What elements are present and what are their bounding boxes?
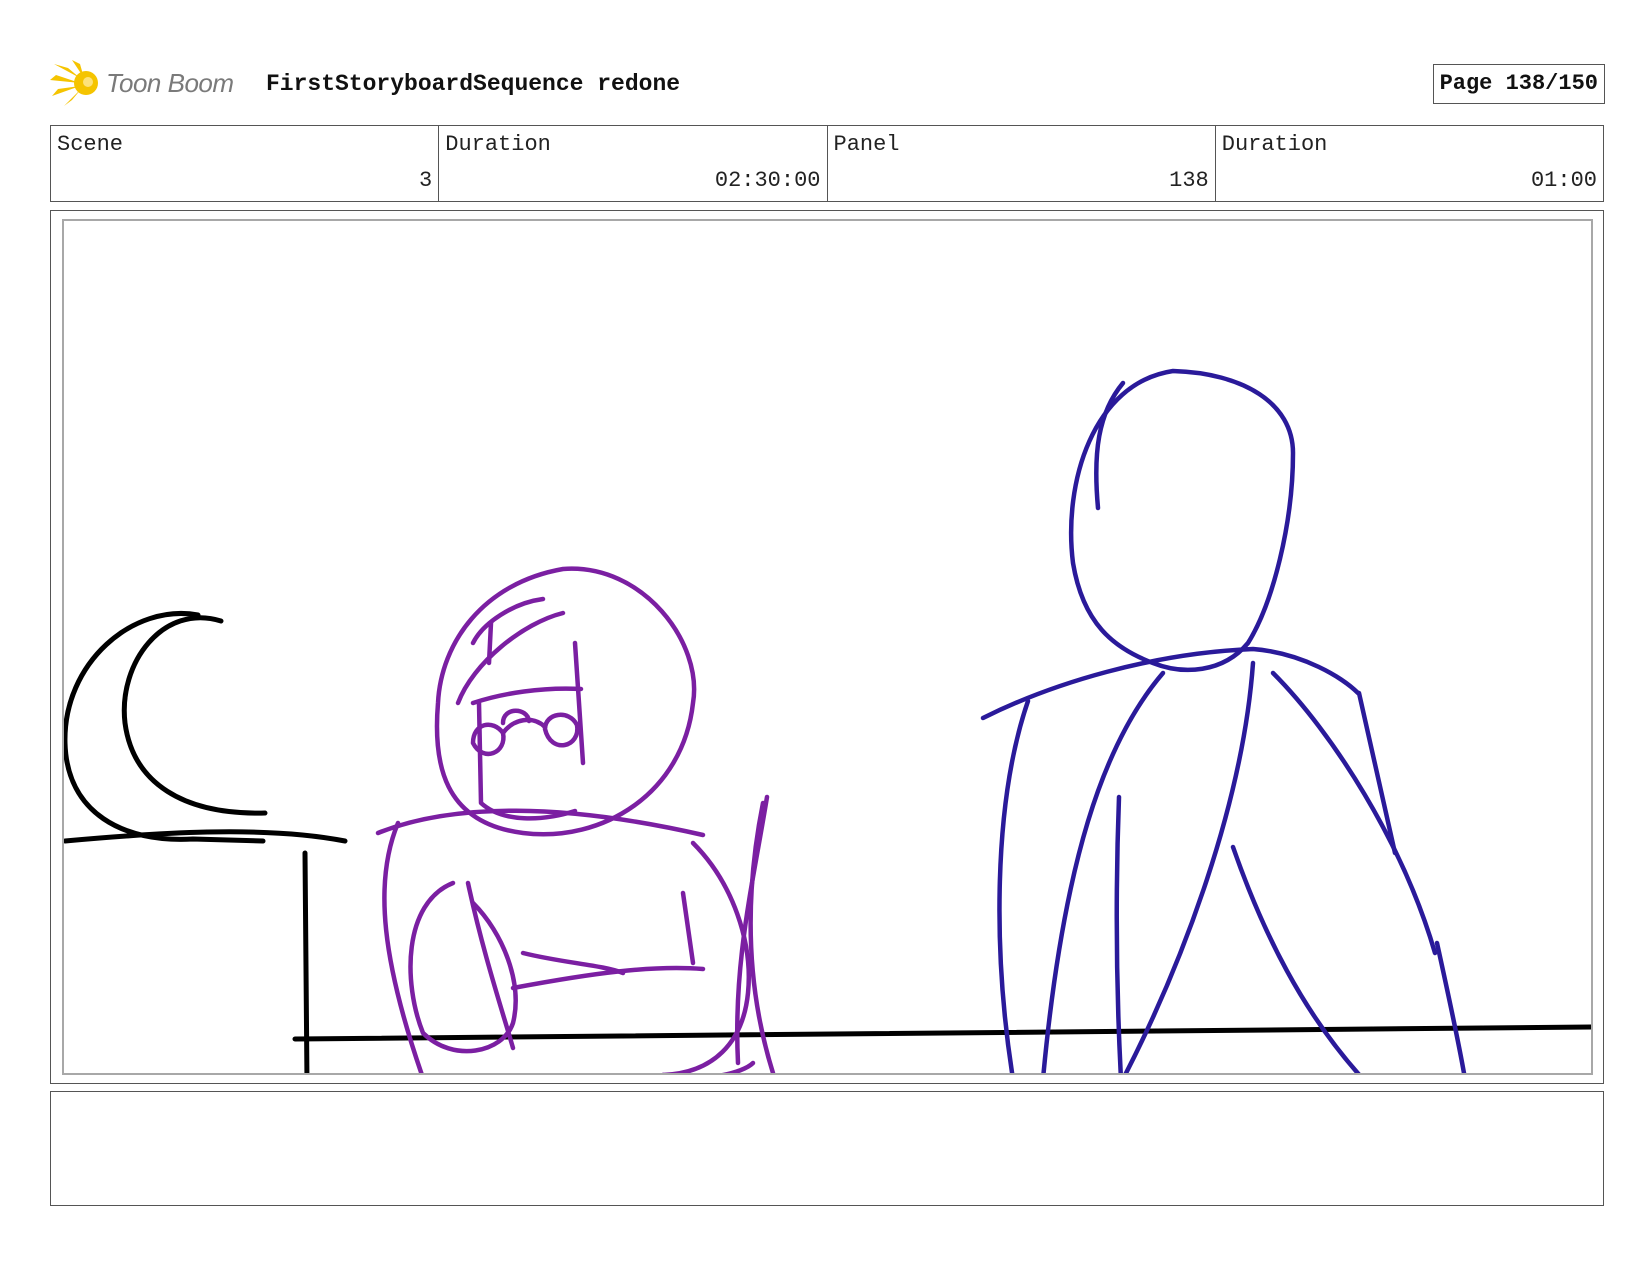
purple-figure	[375, 566, 776, 1073]
scene-duration-cell: Duration 02:30:00	[439, 126, 828, 201]
panel-duration-label: Duration	[1221, 132, 1328, 157]
panel-duration-cell: Duration 01:00	[1216, 126, 1603, 201]
purple-chair-3	[680, 890, 696, 966]
panel-notes-box	[50, 1091, 1604, 1206]
scene-label: Scene	[57, 132, 124, 157]
panel-value: 138	[1169, 168, 1209, 193]
scene-duration-label: Duration	[445, 132, 551, 157]
toon-boom-logo: Toon Boom	[50, 58, 250, 108]
blue-right-leg	[1230, 844, 1361, 1073]
blue-inner-leg	[1114, 794, 1123, 1073]
storyboard-panel-frame	[50, 210, 1604, 1084]
logo-text: Toon Boom	[106, 68, 234, 98]
purple-arm-left	[408, 880, 518, 1054]
table-leg	[302, 850, 310, 1073]
blue-inner-left	[1041, 670, 1166, 1073]
blue-right-lower	[1434, 940, 1467, 1073]
project-title: FirstStoryboardSequence redone	[266, 71, 681, 97]
blue-head-inner	[1094, 380, 1126, 511]
panel-label: Panel	[833, 132, 900, 157]
page-header: Toon Boom FirstStoryboardSequence redone…	[50, 58, 1605, 108]
blue-body-left	[997, 698, 1031, 1073]
blue-right-arm	[1270, 670, 1438, 956]
panel-cell: Panel 138	[828, 126, 1216, 201]
blue-center	[1123, 660, 1256, 1073]
purple-glasses-right	[542, 712, 580, 748]
purple-face-3	[572, 640, 586, 766]
purple-arm-inner	[465, 880, 516, 1051]
purple-arm-crossed-2	[520, 950, 626, 976]
storyboard-panel-image	[62, 219, 1593, 1075]
purple-face	[470, 686, 584, 706]
crescent-moon	[64, 611, 266, 844]
scene-value: 3	[419, 168, 433, 193]
scene-info-table: Scene 3 Duration 02:30:00 Panel 138 Dura…	[50, 125, 1604, 202]
black-sketch-lines	[64, 611, 1591, 1073]
purple-glasses-nose	[500, 717, 548, 736]
blue-right-edge	[1356, 690, 1398, 856]
purple-body-shoulders	[375, 808, 706, 838]
purple-hair-3	[486, 620, 494, 666]
panel-duration-value: 01:00	[1530, 168, 1597, 193]
crescent-moon-inner	[121, 615, 268, 816]
scene-cell: Scene 3	[51, 126, 440, 201]
blue-figure	[980, 368, 1467, 1073]
page-number-badge: Page 138/150	[1432, 64, 1605, 104]
floor-line	[292, 1024, 1591, 1042]
toon-boom-logo-icon	[50, 60, 98, 106]
panel-sketch	[64, 368, 1591, 1073]
scene-duration-value: 02:30:00	[714, 168, 821, 193]
